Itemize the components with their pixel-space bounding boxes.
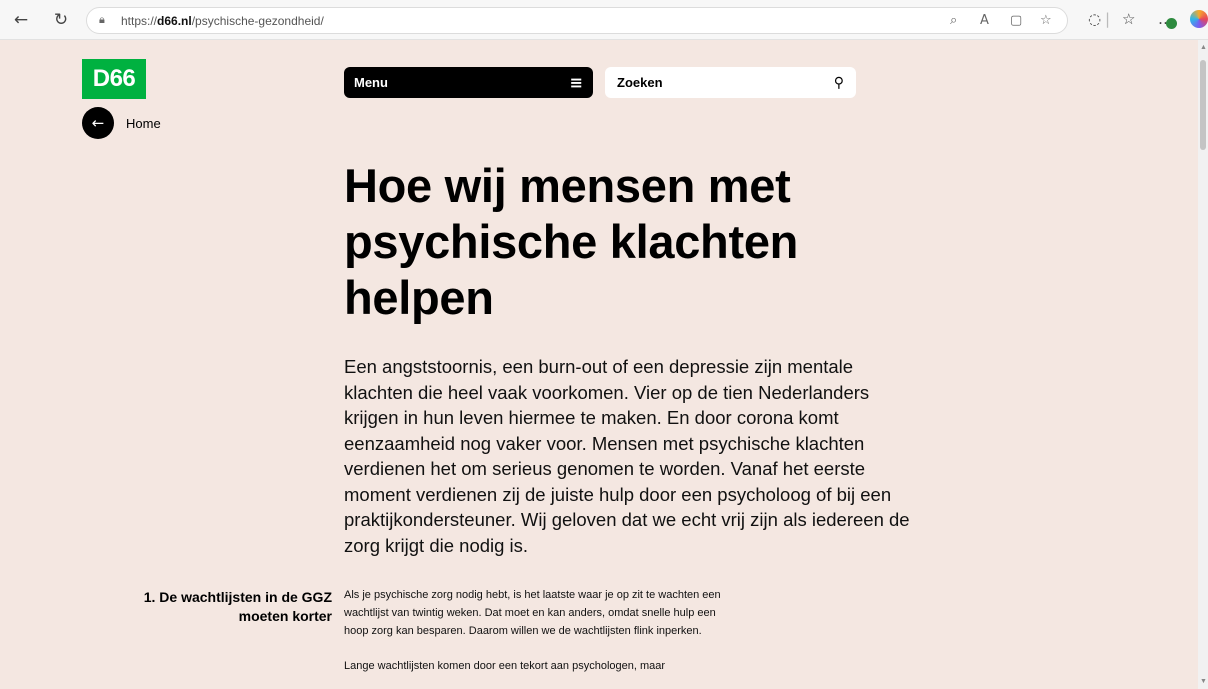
refresh-icon[interactable]: ↻ <box>50 9 72 31</box>
section-body: Als je psychische zorg nodig hebt, is he… <box>344 587 734 676</box>
url-domain: d66.nl <box>157 14 192 28</box>
section-heading: 1. De wachtlijsten in de GGZ moeten kort… <box>143 589 332 624</box>
search-bar[interactable]: ⚲ <box>605 67 856 98</box>
extension-badge-icon <box>1166 18 1177 29</box>
back-arrow-icon[interactable]: ← <box>10 9 32 31</box>
copilot-outline-icon[interactable]: ◌ <box>1088 10 1101 28</box>
read-aloud-icon[interactable]: A <box>980 13 989 28</box>
address-bar[interactable]: 🔒︎ https://d66.nl/psychische-gezondheid/… <box>86 7 1068 34</box>
page-title: Hoe wij mensen met psychische klachten h… <box>344 159 799 324</box>
home-label: Home <box>126 115 161 131</box>
immersive-reader-icon[interactable]: ▢ <box>1010 13 1022 28</box>
copilot-icon[interactable] <box>1190 10 1208 28</box>
home-link[interactable]: ← Home <box>82 107 161 139</box>
scroll-down-icon[interactable]: ▼ <box>1200 678 1207 685</box>
search-input[interactable] <box>617 75 817 90</box>
toolbar-divider: | <box>1105 10 1111 28</box>
scroll-thumb[interactable] <box>1200 60 1206 150</box>
favorites-icon[interactable]: ☆ <box>1122 10 1135 28</box>
url-prefix: https:// <box>121 14 158 28</box>
url-path: /psychische-gezondheid/ <box>191 14 324 28</box>
scroll-up-icon[interactable]: ▲ <box>1200 44 1207 51</box>
menu-label: Menu <box>354 75 388 90</box>
hamburger-icon: ≡ <box>569 73 583 92</box>
browser-toolbar: ← ↻ 🔒︎ https://d66.nl/psychische-gezondh… <box>0 0 1208 40</box>
lock-icon[interactable]: 🔒︎ <box>99 13 111 27</box>
section-paragraph: Als je psychische zorg nodig hebt, is he… <box>344 589 721 637</box>
d66-logo[interactable]: D66 <box>82 59 146 99</box>
search-icon[interactable]: ⚲ <box>834 75 844 91</box>
back-arrow-icon: ← <box>82 107 114 139</box>
url-text[interactable]: https://d66.nl/psychische-gezondheid/ <box>121 14 324 28</box>
intro-paragraph: Een angststoornis, een burn-out of een d… <box>344 356 910 556</box>
favorite-star-icon[interactable]: ☆ <box>1040 13 1052 28</box>
page-scrollbar[interactable]: ▲ ▼ <box>1198 40 1208 689</box>
menu-button[interactable]: Menu ≡ <box>344 67 593 98</box>
section-paragraph: Lange wachtlijsten komen door een tekort… <box>344 660 666 673</box>
zoom-icon[interactable]: ⌕ <box>950 13 957 28</box>
